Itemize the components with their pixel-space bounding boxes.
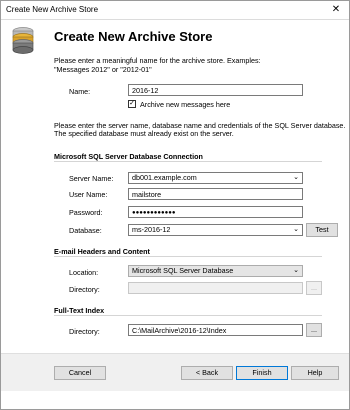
window-title: Create New Archive Store — [6, 5, 99, 14]
database-stack-icon — [12, 27, 34, 54]
server-name-label: Server Name: — [69, 174, 114, 183]
index-browse-button[interactable]: ... — [306, 323, 322, 337]
email-browse-button[interactable]: ... — [306, 281, 322, 295]
email-directory-label: Directory: — [69, 285, 100, 294]
help-button[interactable]: Help — [291, 366, 339, 380]
chevron-down-icon[interactable]: ⌄ — [293, 266, 299, 276]
intro-line-2: "Messages 2012" or "2012-01" — [54, 65, 152, 74]
cancel-button[interactable]: Cancel — [54, 366, 106, 380]
intro-line-1: Please enter a meaningful name for the a… — [54, 56, 261, 65]
close-icon[interactable]: ✕ — [323, 1, 349, 19]
sql-section-title: Microsoft SQL Server Database Connection — [54, 152, 203, 161]
location-value: Microsoft SQL Server Database — [132, 266, 234, 275]
index-directory-input[interactable]: C:\MailArchive\2016-12\Index — [128, 324, 303, 336]
user-name-label: User Name: — [69, 190, 108, 199]
location-label: Location: — [69, 268, 99, 277]
fulltext-section-title: Full-Text Index — [54, 306, 105, 315]
archive-new-label: Archive new messages here — [140, 100, 231, 109]
database-label: Database: — [69, 226, 102, 235]
dialog-content: Create New Archive Store Please enter a … — [1, 20, 349, 409]
database-combo[interactable]: ms-2016-12 ⌄ — [128, 224, 303, 236]
dialog-window: Create New Archive Store ✕ Create New Ar… — [0, 0, 350, 410]
password-label: Password: — [69, 208, 103, 217]
server-name-combo[interactable]: db001.example.com ⌄ — [128, 172, 303, 184]
db-info-line-2: The specified database must already exis… — [54, 129, 234, 138]
password-input[interactable]: ●●●●●●●●●●●● — [128, 206, 303, 218]
location-combo[interactable]: Microsoft SQL Server Database ⌄ — [128, 265, 303, 277]
database-value: ms-2016-12 — [132, 225, 171, 234]
button-bar: Cancel < Back Finish Help — [1, 353, 349, 391]
name-input[interactable]: 2016-12 — [128, 84, 303, 96]
chevron-down-icon[interactable]: ⌄ — [293, 225, 299, 235]
index-directory-label: Directory: — [69, 327, 100, 336]
archive-new-checkbox[interactable]: ✓ — [128, 100, 136, 108]
back-button[interactable]: < Back — [181, 366, 233, 380]
email-directory-input[interactable] — [128, 282, 303, 294]
user-name-input[interactable]: mailstore — [128, 188, 303, 200]
page-title: Create New Archive Store — [54, 29, 213, 44]
sql-section-divider — [54, 161, 322, 162]
email-section-title: E-mail Headers and Content — [54, 247, 150, 256]
finish-button[interactable]: Finish — [236, 366, 288, 380]
email-section-divider — [54, 256, 322, 257]
name-label: Name: — [69, 87, 91, 96]
server-name-value: db001.example.com — [132, 173, 197, 182]
test-button[interactable]: Test — [306, 223, 338, 237]
title-bar: Create New Archive Store ✕ — [1, 1, 349, 20]
chevron-down-icon[interactable]: ⌄ — [293, 173, 299, 183]
fulltext-section-divider — [54, 315, 322, 316]
